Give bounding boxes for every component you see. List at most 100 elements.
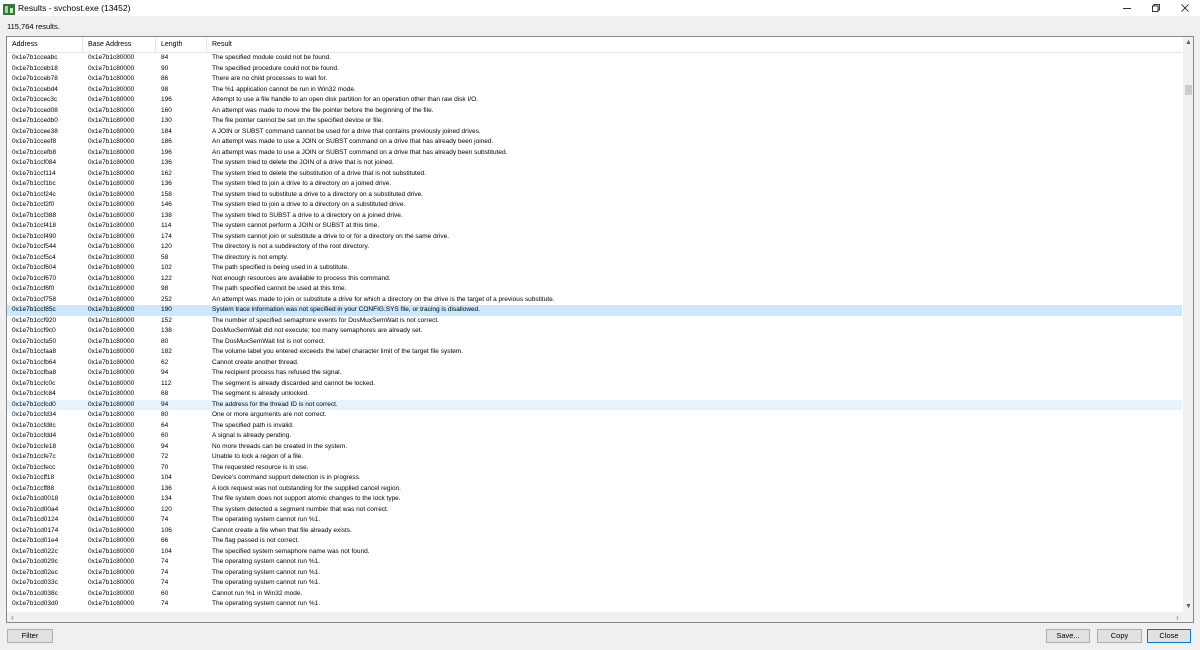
table-row[interactable]: 0x1e7b1ccfaa8 0x1e7b1c80000 182 The volume … xyxy=(7,347,1182,358)
table-row[interactable]: 0x1e7b1ccf5c4 0x1e7b1c80000 58 The director… xyxy=(7,253,1182,264)
table-row[interactable]: 0x1e7b1cd0174 0x1e7b1c80000 106 Cannot crea… xyxy=(7,526,1182,537)
table-row[interactable]: 0x1e7b1ccfdd4 0x1e7b1c80000 60 A signal is … xyxy=(7,431,1182,442)
table-row[interactable]: 0x1e7b1ccf604 0x1e7b1c80000 102 The path sp… xyxy=(7,263,1182,274)
table-row[interactable]: 0x1e7b1ccf758 0x1e7b1c80000 252 An attempt … xyxy=(7,295,1182,306)
scroll-left-arrow-icon[interactable]: ‹ xyxy=(7,612,18,622)
table-row[interactable]: 0x1e7b1ccf544 0x1e7b1c80000 120 The directo… xyxy=(7,242,1182,253)
cell-result: The operating system cannot run %1. xyxy=(212,568,321,576)
cell-length: 104 xyxy=(161,474,172,481)
cell-address: 0x1e7b1ccfe7c xyxy=(12,453,56,460)
table-row[interactable]: 0x1e7b1ccf670 0x1e7b1c80000 122 Not enough … xyxy=(7,274,1182,285)
cell-length: 74 xyxy=(161,558,169,565)
cell-result: An attempt was made to use a JOIN or SUB… xyxy=(212,138,494,145)
cell-address: 0x1e7b1ccec3c xyxy=(12,96,58,103)
table-row[interactable]: 0x1e7b1ccf1bc 0x1e7b1c80000 136 The system … xyxy=(7,179,1182,190)
table-row[interactable]: 0x1e7b1cd033c 0x1e7b1c80000 74 The operatin… xyxy=(7,578,1182,589)
cell-result: The flag passed is not correct. xyxy=(212,537,300,544)
table-row[interactable]: 0x1e7b1ccff88 0x1e7b1c80000 136 A lock requ… xyxy=(7,484,1182,495)
cell-address: 0x1e7b1cd0174 xyxy=(12,526,59,534)
column-header-base-address[interactable]: Base Address xyxy=(83,37,156,53)
save-button[interactable]: Save... xyxy=(1046,629,1090,643)
table-row[interactable]: 0x1e7b1ccf114 0x1e7b1c80000 162 The system … xyxy=(7,169,1182,180)
cell-result: System trace information was not specifi… xyxy=(212,306,481,313)
cell-base-address: 0x1e7b1c80000 xyxy=(88,148,135,156)
vertical-scroll-thumb[interactable] xyxy=(1185,85,1192,95)
cell-base-address: 0x1e7b1c80000 xyxy=(88,379,135,387)
column-header-address[interactable]: Address xyxy=(7,37,83,53)
column-header-length[interactable]: Length xyxy=(156,37,207,53)
table-row[interactable]: 0x1e7b1ccedb0 0x1e7b1c80000 130 The file po… xyxy=(7,116,1182,127)
table-row[interactable]: 0x1e7b1ccf24c 0x1e7b1c80000 158 The system … xyxy=(7,190,1182,201)
table-row[interactable]: 0x1e7b1ccf6f0 0x1e7b1c80000 98 The path spe… xyxy=(7,284,1182,295)
table-row[interactable]: 0x1e7b1ccf084 0x1e7b1c80000 136 The system … xyxy=(7,158,1182,169)
cell-result: The %1 application cannot be run in Win3… xyxy=(212,85,356,93)
scroll-up-arrow-icon[interactable]: ▲ xyxy=(1183,37,1193,48)
results-table[interactable]: Address Base Address Length Result 0x1e7… xyxy=(6,36,1194,623)
cell-base-address: 0x1e7b1c80000 xyxy=(88,432,135,439)
cell-base-address: 0x1e7b1c80000 xyxy=(88,579,135,586)
table-row[interactable]: 0x1e7b1cceef8 0x1e7b1c80000 186 An attempt … xyxy=(7,137,1182,148)
table-row[interactable]: 0x1e7b1ccf388 0x1e7b1c80000 138 The system … xyxy=(7,211,1182,222)
table-row[interactable]: 0x1e7b1cd03d0 0x1e7b1c80000 74 The operatin… xyxy=(7,599,1182,610)
window-close-button[interactable] xyxy=(1168,0,1200,16)
cell-base-address: 0x1e7b1c80000 xyxy=(88,568,135,576)
table-row[interactable]: 0x1e7b1ccf85c 0x1e7b1c80000 190 System trac… xyxy=(7,305,1182,316)
table-row[interactable]: 0x1e7b1ccfe7c 0x1e7b1c80000 72 Unable to lo… xyxy=(7,452,1182,463)
cell-length: 68 xyxy=(161,390,169,397)
cell-address: 0x1e7b1ccfa50 xyxy=(12,337,57,345)
table-row[interactable]: 0x1e7b1cced08 0x1e7b1c80000 160 An attempt … xyxy=(7,106,1182,117)
filter-button[interactable]: Filter xyxy=(7,629,53,643)
horizontal-scrollbar[interactable]: ‹ › xyxy=(7,612,1183,622)
table-row[interactable]: 0x1e7b1ccfb64 0x1e7b1c80000 62 Cannot creat… xyxy=(7,358,1182,369)
table-row[interactable]: 0x1e7b1ccfecc 0x1e7b1c80000 70 The requeste… xyxy=(7,463,1182,474)
table-row[interactable]: 0x1e7b1ccefb8 0x1e7b1c80000 196 An attempt … xyxy=(7,148,1182,159)
table-row[interactable]: 0x1e7b1cceabc 0x1e7b1c80000 84 The specifie… xyxy=(7,53,1182,64)
table-row[interactable]: 0x1e7b1cd01e4 0x1e7b1c80000 66 The flag pas… xyxy=(7,536,1182,547)
cell-base-address: 0x1e7b1c80000 xyxy=(88,337,135,345)
table-row[interactable]: 0x1e7b1ccf2f0 0x1e7b1c80000 146 The system … xyxy=(7,200,1182,211)
cell-result: The operating system cannot run %1. xyxy=(212,558,321,565)
table-row[interactable]: 0x1e7b1cd0018 0x1e7b1c80000 134 The file sy… xyxy=(7,494,1182,505)
table-row[interactable]: 0x1e7b1ccfba8 0x1e7b1c80000 94 The recipien… xyxy=(7,368,1182,379)
table-row[interactable]: 0x1e7b1cceb18 0x1e7b1c80000 90 The specifie… xyxy=(7,64,1182,75)
table-row[interactable]: 0x1e7b1ccebd4 0x1e7b1c80000 98 The %1 appli… xyxy=(7,85,1182,96)
table-row[interactable]: 0x1e7b1ccf490 0x1e7b1c80000 174 The system … xyxy=(7,232,1182,243)
table-row[interactable]: 0x1e7b1ccee38 0x1e7b1c80000 184 A JOIN or S… xyxy=(7,127,1182,138)
cell-length: 174 xyxy=(161,232,172,240)
scroll-right-arrow-icon[interactable]: › xyxy=(1172,612,1183,622)
table-row[interactable]: 0x1e7b1ccf418 0x1e7b1c80000 114 The system … xyxy=(7,221,1182,232)
table-row[interactable]: 0x1e7b1cd022c 0x1e7b1c80000 104 The specifi… xyxy=(7,547,1182,558)
close-button[interactable]: Close xyxy=(1147,629,1191,643)
cell-address: 0x1e7b1ccfe18 xyxy=(12,442,57,450)
table-row[interactable]: 0x1e7b1cd02ec 0x1e7b1c80000 74 The operatin… xyxy=(7,568,1182,579)
table-row[interactable]: 0x1e7b1cd0124 0x1e7b1c80000 74 The operatin… xyxy=(7,515,1182,526)
table-row[interactable]: 0x1e7b1ccf9c0 0x1e7b1c80000 138 DosMuxSemWa… xyxy=(7,326,1182,337)
cell-length: 64 xyxy=(161,421,169,429)
cell-base-address: 0x1e7b1c80000 xyxy=(88,232,135,240)
table-row[interactable]: 0x1e7b1ccfc0c 0x1e7b1c80000 112 The segment… xyxy=(7,379,1182,390)
table-row[interactable]: 0x1e7b1ccfd8c 0x1e7b1c80000 64 The specifie… xyxy=(7,421,1182,432)
table-row[interactable]: 0x1e7b1cd029c 0x1e7b1c80000 74 The operatin… xyxy=(7,557,1182,568)
cell-base-address: 0x1e7b1c80000 xyxy=(88,516,135,523)
table-row[interactable]: 0x1e7b1cceb78 0x1e7b1c80000 86 There are no… xyxy=(7,74,1182,85)
table-row[interactable]: 0x1e7b1ccfcd0 0x1e7b1c80000 94 The address … xyxy=(7,399,1182,410)
table-row[interactable]: 0x1e7b1ccec3c 0x1e7b1c80000 196 Attempt to … xyxy=(7,95,1182,106)
table-row[interactable]: 0x1e7b1cd038c 0x1e7b1c80000 60 Cannot run %… xyxy=(7,589,1182,600)
cell-address: 0x1e7b1ccfd34 xyxy=(12,411,57,418)
scroll-down-arrow-icon[interactable]: ▼ xyxy=(1183,601,1193,612)
cell-length: 86 xyxy=(161,75,169,82)
cell-result: The system tried to substitute a drive t… xyxy=(212,190,423,198)
copy-button[interactable]: Copy xyxy=(1097,629,1142,643)
table-row[interactable]: 0x1e7b1ccfd34 0x1e7b1c80000 80 One or more … xyxy=(7,410,1182,421)
scrollbar-corner xyxy=(1183,612,1193,622)
cell-result: The system cannot perform a JOIN or SUBS… xyxy=(212,222,380,229)
table-row[interactable]: 0x1e7b1ccfe18 0x1e7b1c80000 94 No more thre… xyxy=(7,442,1182,453)
vertical-scrollbar[interactable]: ▲ ▼ xyxy=(1183,37,1193,612)
table-row[interactable]: 0x1e7b1ccf920 0x1e7b1c80000 152 The number … xyxy=(7,316,1182,327)
table-row[interactable]: 0x1e7b1ccff18 0x1e7b1c80000 104 Device's co… xyxy=(7,473,1182,484)
table-row[interactable]: 0x1e7b1ccfc84 0x1e7b1c80000 68 The segment … xyxy=(7,389,1182,400)
table-row[interactable]: 0x1e7b1ccfa50 0x1e7b1c80000 80 The DosMuxSe… xyxy=(7,337,1182,348)
table-row[interactable]: 0x1e7b1cd00a4 0x1e7b1c80000 120 The system … xyxy=(7,505,1182,516)
column-header-result[interactable]: Result xyxy=(207,37,1182,53)
cell-length: 136 xyxy=(161,484,172,492)
